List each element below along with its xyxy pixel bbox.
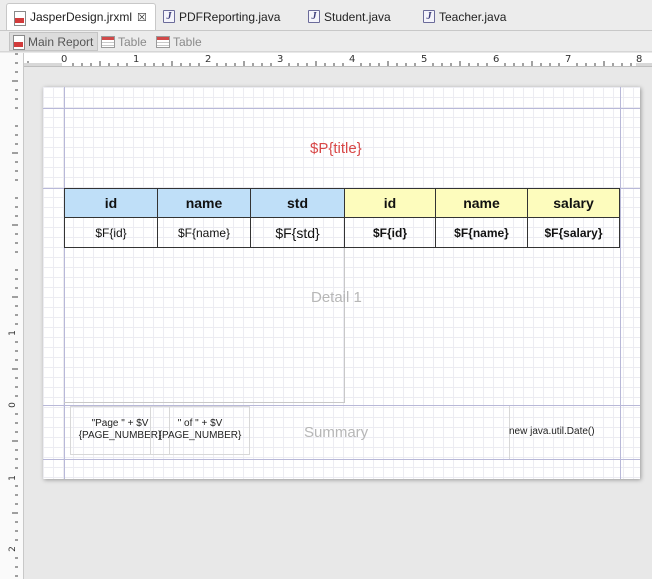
table-header-cell[interactable]: std — [250, 188, 345, 218]
java-file-icon: J — [163, 10, 175, 23]
horizontal-ruler: 0 1 2 3 4 5 6 7 8 — [24, 53, 652, 67]
tab-teacher-java[interactable]: J Teacher.java — [423, 4, 506, 29]
ruler-label: 8 — [636, 54, 643, 65]
table-cell[interactable]: $F{name} — [157, 217, 251, 248]
summary-band-label: Summary — [304, 424, 369, 441]
table-component-border — [344, 248, 345, 403]
table-header-cell[interactable]: name — [157, 188, 251, 218]
bottom-margin-guide — [43, 459, 640, 460]
top-margin-guide — [43, 108, 640, 109]
tab-label: PDFReporting.java — [179, 9, 281, 24]
report-table[interactable]: id name std id name salary $F{id} $F{nam… — [64, 188, 620, 248]
tab-table-1[interactable]: Table — [101, 32, 147, 51]
ruler-label: 1 — [7, 475, 18, 481]
ruler-label: 1 — [133, 54, 140, 65]
jasper-editor: JasperDesign.jrxml ☒ J PDFReporting.java… — [0, 0, 652, 579]
vertical-ruler: 1 0 1 2 — [0, 53, 24, 579]
editor-tab-bar: JasperDesign.jrxml ☒ J PDFReporting.java… — [0, 0, 652, 31]
java-file-icon: J — [423, 10, 435, 23]
ruler-label: 7 — [565, 54, 572, 65]
tab-label: Table — [173, 34, 202, 49]
detail-band-label: Detail 1 — [311, 289, 362, 306]
ruler-label: 5 — [421, 54, 428, 65]
table-header-cell[interactable]: id — [64, 188, 158, 218]
ruler-margin-left — [24, 63, 62, 66]
tab-student-java[interactable]: J Student.java — [308, 4, 391, 29]
ruler-ticks — [12, 53, 18, 577]
tab-label: JasperDesign.jrxml — [30, 10, 133, 24]
table-component-border — [64, 402, 345, 403]
date-text-field[interactable]: new java.util.Date() — [509, 426, 595, 437]
ruler-label: 0 — [7, 402, 18, 408]
java-file-icon: J — [308, 10, 320, 23]
close-icon[interactable]: ☒ — [137, 11, 147, 24]
ruler-ticks — [27, 61, 650, 66]
title-text-field[interactable]: $P{title} — [310, 140, 362, 157]
table-header-row: id name std id name salary — [64, 188, 620, 218]
ruler-label: 2 — [7, 546, 18, 552]
report-sub-tab-bar: Main Report Table Table — [0, 31, 652, 52]
ruler-label: 1 — [7, 330, 18, 336]
table-header-cell[interactable]: salary — [527, 188, 620, 218]
ruler-label: 3 — [277, 54, 284, 65]
left-margin-guide — [64, 87, 65, 479]
table-detail-row: $F{id} $F{name} $F{std} $F{id} $F{name} … — [64, 217, 620, 248]
ruler-label: 6 — [493, 54, 500, 65]
table-icon — [101, 35, 115, 48]
right-margin-guide — [620, 87, 621, 479]
table-cell[interactable]: $F{name} — [435, 217, 528, 248]
tab-label: Main Report — [28, 34, 94, 49]
ruler-label: 4 — [349, 54, 356, 65]
report-icon — [12, 35, 25, 50]
tab-label: Table — [118, 34, 147, 49]
page-total-field[interactable]: " of " + $V {PAGE_NUMBER} — [150, 406, 250, 455]
tab-table-2[interactable]: Table — [156, 32, 202, 51]
table-cell[interactable]: $F{salary} — [527, 217, 620, 248]
jrxml-file-icon — [13, 10, 26, 26]
table-cell[interactable]: $F{std} — [250, 217, 345, 248]
tab-pdfreporting-java[interactable]: J PDFReporting.java — [163, 4, 280, 29]
tab-label: Student.java — [324, 9, 391, 24]
tab-label: Teacher.java — [439, 9, 507, 24]
tab-main-report[interactable]: Main Report — [9, 32, 99, 51]
table-header-cell[interactable]: name — [435, 188, 528, 218]
ruler-label: 2 — [205, 54, 212, 65]
ruler-label: 0 — [61, 54, 68, 65]
table-cell[interactable]: $F{id} — [64, 217, 158, 248]
table-header-cell[interactable]: id — [344, 188, 436, 218]
table-icon — [156, 35, 170, 48]
table-cell[interactable]: $F{id} — [344, 217, 436, 248]
tab-jasperdesign-jrxml[interactable]: JasperDesign.jrxml ☒ — [6, 3, 156, 30]
